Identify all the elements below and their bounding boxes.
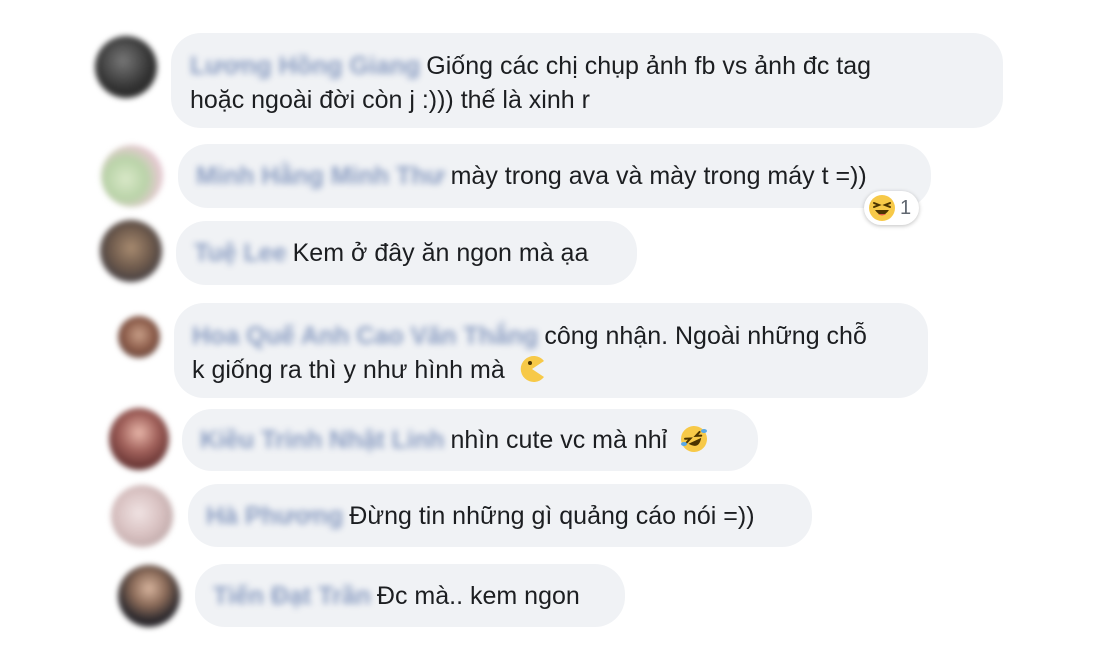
comment-bubble: Hoa Quế Anh Cao Văn Thắng công nhận. Ngoà…: [174, 303, 928, 398]
comment-text-line2: k giống ra thì y như hình mà: [192, 356, 505, 384]
commenter-name[interactable]: Tiến Đạt Trần: [213, 582, 371, 610]
commenter-name[interactable]: Tuệ Lee: [194, 239, 287, 267]
avatar[interactable]: [118, 565, 180, 627]
comment-text-line2: hoặc ngoài đời còn j :))) thế là xinh r: [190, 86, 590, 114]
reaction-badge[interactable]: 1: [864, 191, 920, 225]
comment-text: Đừng tin những gì quảng cáo nói =)): [349, 502, 755, 530]
comment-text: Giống các chị chụp ảnh fb vs ảnh đc tag: [426, 52, 872, 80]
comment-bubble: Tiến Đạt Trần Đc mà.. kem ngon: [195, 564, 625, 627]
comment-bubble: Minh Hằng Minh Thư mày trong ava và mày t…: [178, 144, 931, 208]
commenter-name[interactable]: Hà Phương: [206, 502, 343, 530]
avatar[interactable]: [118, 316, 160, 358]
commenter-name[interactable]: Lương Hồng Giang: [190, 52, 420, 80]
comment-text: Đc mà.. kem ngon: [376, 582, 580, 610]
laughing-face-icon: [869, 195, 895, 221]
pacman-emoji-icon: [520, 356, 544, 382]
rolling-laughing-emoji-icon: [681, 426, 708, 452]
comment-text: Kem ở đây ăn ngon mà ạa: [292, 239, 589, 267]
comment-bubble: Kiều Trinh Nhật Linh nhìn cute vc mà nhỉ: [182, 409, 758, 471]
avatar[interactable]: [109, 408, 169, 470]
commenter-name[interactable]: Hoa Quế Anh Cao Văn Thắng: [192, 322, 538, 350]
reaction-count: 1: [900, 196, 912, 219]
avatar[interactable]: [95, 36, 157, 98]
commenter-name[interactable]: Kiều Trinh Nhật Linh: [200, 426, 444, 454]
comment-bubble: Hà Phương Đừng tin những gì quảng cáo nói…: [188, 484, 812, 547]
avatar[interactable]: [100, 220, 162, 282]
avatar[interactable]: [101, 145, 163, 207]
comment-text: công nhận. Ngoài những chỗ: [544, 322, 867, 350]
avatar[interactable]: [111, 485, 173, 547]
comment-text: nhìn cute vc mà nhỉ: [450, 426, 668, 454]
comment-bubble: Tuệ Lee Kem ở đây ăn ngon mà ạa: [176, 221, 637, 285]
comment-bubble: Lương Hồng Giang Giống các chị chụp ảnh f…: [171, 33, 1003, 128]
comment-text: mày trong ava và mày trong máy t =)): [450, 162, 867, 190]
commenter-name[interactable]: Minh Hằng Minh Thư: [196, 162, 445, 190]
